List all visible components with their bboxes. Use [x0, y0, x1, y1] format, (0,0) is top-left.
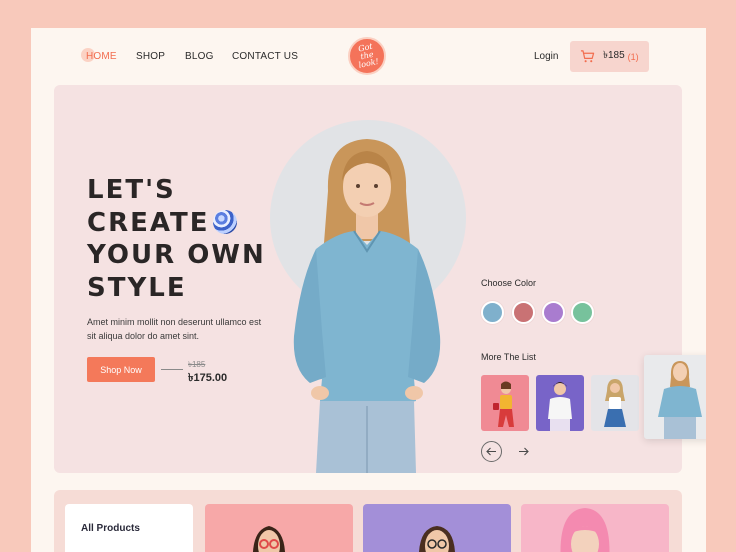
- more-list-label: More The List: [481, 352, 536, 362]
- headline-line-3: YOUR OWN: [87, 240, 266, 270]
- brand-logo[interactable]: Got the look!: [348, 37, 386, 75]
- category-card-3[interactable]: [521, 504, 669, 552]
- cart-button[interactable]: ৳185 (1): [570, 41, 649, 72]
- login-link[interactable]: Login: [534, 51, 558, 62]
- headline-line-2-text: CREATE: [87, 207, 210, 238]
- page-frame: HOME SHOP BLOG CONTACT US Got the look! Lo…: [31, 28, 706, 552]
- shop-now-button[interactable]: Shop Now: [87, 357, 155, 382]
- nav-home[interactable]: HOME: [86, 51, 117, 62]
- headline-line-2: CREATE: [87, 207, 266, 240]
- new-price: ৳175.00: [188, 372, 228, 384]
- thumb-blue-sweater-selected[interactable]: [644, 355, 706, 439]
- thumb-red-outfit[interactable]: [481, 375, 529, 431]
- thumb-blue-sweater-image: [658, 361, 702, 439]
- cart-icon: [580, 50, 595, 63]
- prev-arrow-button[interactable]: [481, 441, 502, 462]
- hero-headline: LET'S CREATE YOUR OWN STYLE: [87, 174, 266, 304]
- logo-lettering: Got the look!: [357, 41, 380, 70]
- yarn-ball-icon: [213, 209, 238, 234]
- arrow-right-icon: [519, 447, 529, 456]
- thumb-denim-skirt-image: [604, 379, 626, 427]
- thumb-white-top[interactable]: [536, 375, 584, 431]
- headline-line-4: STYLE: [87, 272, 187, 303]
- category-card-3-image: [560, 508, 610, 552]
- thumb-white-top-image: [548, 382, 572, 431]
- cart-count: (1): [627, 51, 639, 62]
- product-categories-strip: All Products: [54, 490, 682, 552]
- category-card-1[interactable]: [205, 504, 353, 552]
- color-swatch-rose[interactable]: [512, 301, 535, 324]
- thumb-red-outfit-image: [493, 381, 514, 427]
- next-arrow-button[interactable]: [513, 441, 534, 462]
- category-card-1-image: [253, 526, 285, 552]
- color-swatch-blue[interactable]: [481, 301, 504, 324]
- all-products-card[interactable]: All Products: [65, 504, 193, 552]
- color-swatch-green[interactable]: [571, 301, 594, 324]
- model-image: [293, 139, 441, 473]
- cart-amount: ৳185: [603, 50, 625, 61]
- category-card-2[interactable]: [363, 504, 511, 552]
- price-divider: [161, 369, 183, 370]
- arrow-left-icon: [486, 447, 496, 456]
- hero-section: LET'S CREATE YOUR OWN STYLE Amet minim m…: [54, 85, 682, 473]
- nav-shop[interactable]: SHOP: [136, 51, 165, 62]
- category-card-2-image: [419, 526, 455, 552]
- color-swatch-purple[interactable]: [542, 301, 565, 324]
- thumb-denim-skirt[interactable]: [591, 375, 639, 431]
- top-nav: HOME SHOP BLOG CONTACT US Got the look! Lo…: [31, 28, 706, 84]
- headline-line-1: LET'S: [87, 175, 176, 205]
- hero-description: Amet minim mollit non deserunt ullamco e…: [87, 317, 262, 341]
- nav-blog[interactable]: BLOG: [185, 51, 214, 62]
- choose-color-label: Choose Color: [481, 278, 537, 288]
- nav-contact[interactable]: CONTACT US: [232, 51, 298, 62]
